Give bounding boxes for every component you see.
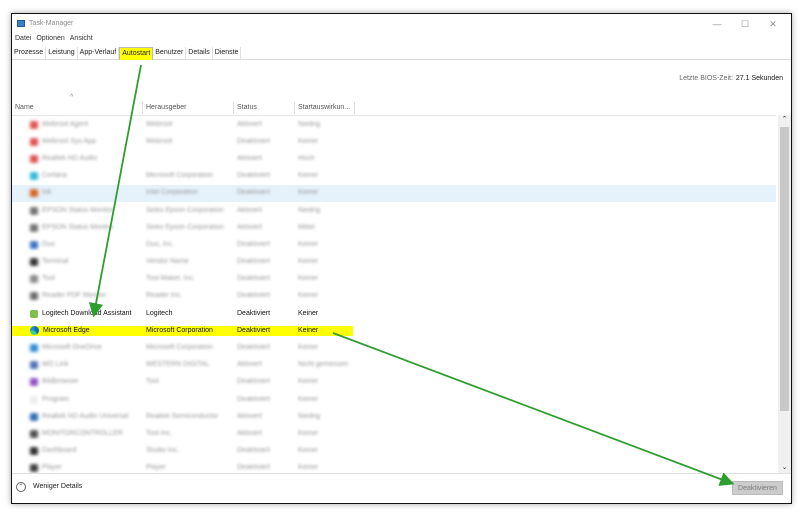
annotation-arrow-to-deactivate (332, 332, 735, 486)
annotation-arrows (88, 64, 735, 486)
annotation-arrow-to-edge (88, 64, 142, 318)
